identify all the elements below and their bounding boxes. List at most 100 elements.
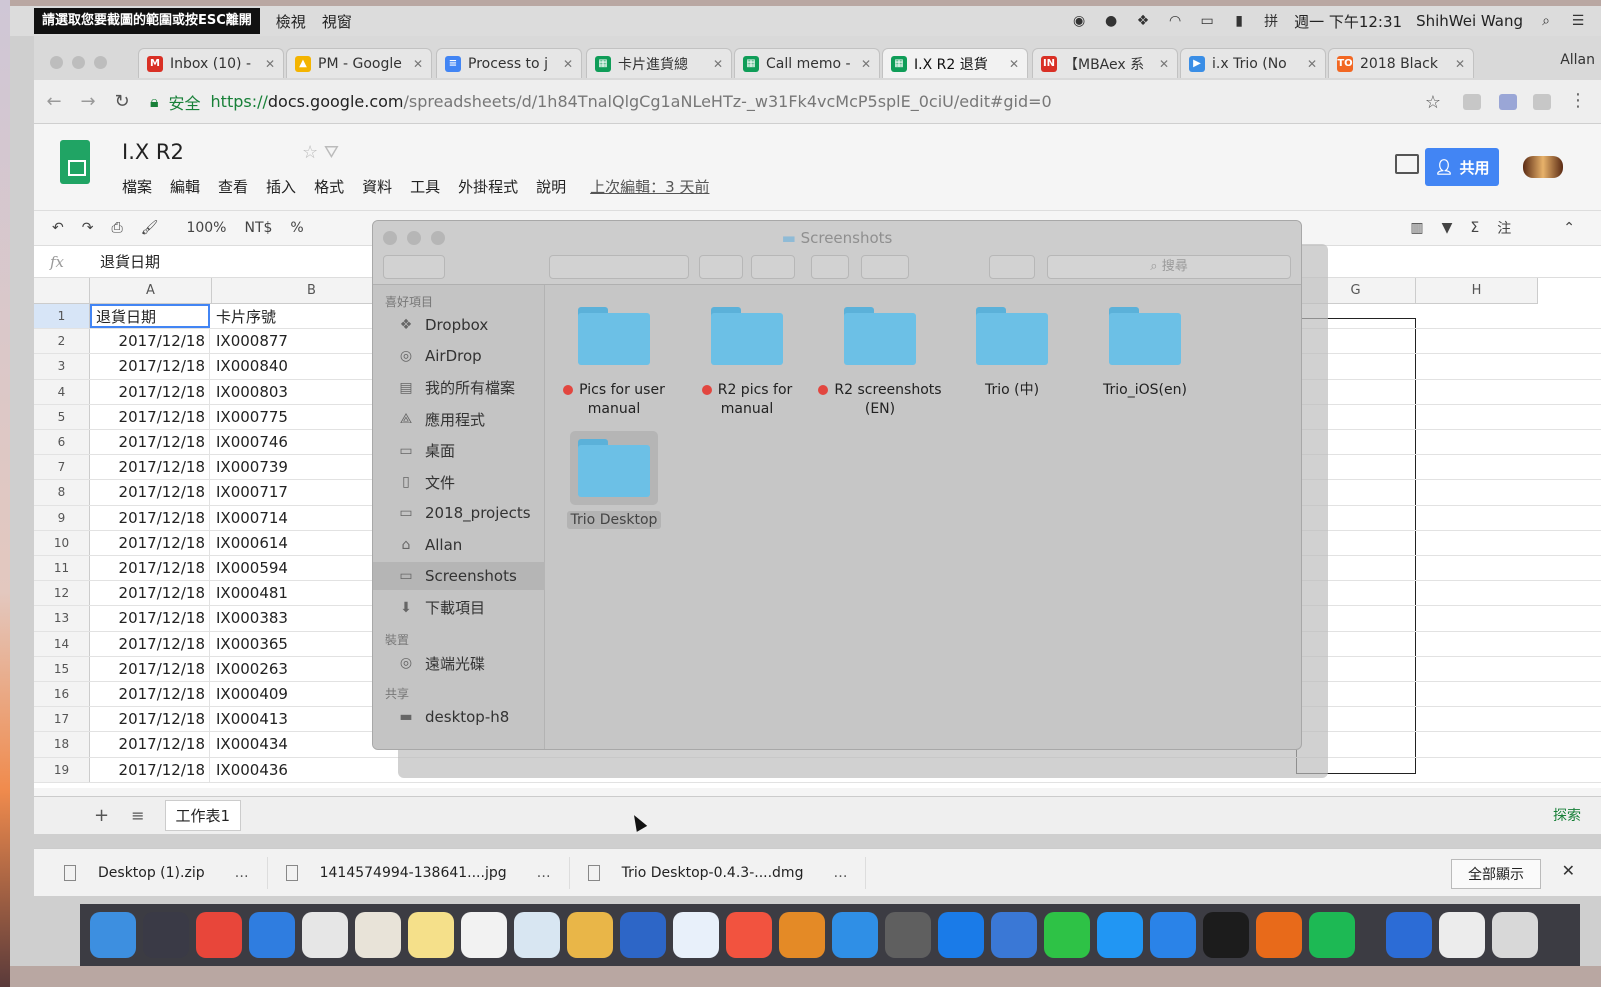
row-number[interactable]: 19 xyxy=(34,757,90,782)
browser-tab[interactable]: TO 2018 Black ✕ xyxy=(1328,48,1474,78)
row-number[interactable]: 6 xyxy=(34,430,90,455)
browser-tab[interactable]: ▦ Call memo - ✕ xyxy=(734,48,880,78)
browser-tab[interactable]: IN 【MBAex 系 ✕ xyxy=(1032,48,1178,78)
battery-icon[interactable]: ▮ xyxy=(1230,12,1248,30)
wunderlist-icon[interactable] xyxy=(1150,912,1196,958)
folder-item[interactable]: R2 screenshots (EN) xyxy=(815,307,945,419)
sidebar-item[interactable]: ▭ 桌面 xyxy=(373,437,545,465)
view-mode-buttons[interactable] xyxy=(549,255,689,279)
extension-icon[interactable] xyxy=(1463,94,1481,110)
undo-icon[interactable]: ↶ xyxy=(52,220,64,236)
finder-window[interactable]: ▬ Screenshots ⌕ 搜尋 喜好項目 ❖ Dropbox ◎ AirDrop ▤… xyxy=(372,220,1302,750)
tab-close-icon[interactable]: ✕ xyxy=(563,57,573,71)
window-close-button[interactable] xyxy=(50,56,63,69)
dropbox-button[interactable] xyxy=(989,255,1035,279)
corner-cell[interactable] xyxy=(34,278,90,304)
profile-name[interactable]: Allan xyxy=(1560,52,1595,68)
download-more-icon[interactable]: … xyxy=(833,865,847,881)
cell-return-date[interactable]: 2017/12/18 xyxy=(90,707,210,732)
tab-close-icon[interactable]: ✕ xyxy=(861,57,871,71)
sidebar-item[interactable]: ⬇ 下載項目 xyxy=(373,594,545,622)
tab-close-icon[interactable]: ✕ xyxy=(713,57,723,71)
folder-item[interactable]: Pics for user manual xyxy=(549,307,679,419)
row-number[interactable]: 13 xyxy=(34,606,90,631)
download-more-icon[interactable]: … xyxy=(235,865,249,881)
browser-tab[interactable]: ▶ i.x Trio (No ✕ xyxy=(1180,48,1326,78)
music-icon[interactable] xyxy=(726,912,772,958)
url-field[interactable]: 🔒︎ 安全 https:// docs.google.com /spreadsh… xyxy=(150,90,1052,114)
row-number[interactable]: 17 xyxy=(34,707,90,732)
plus-app-icon[interactable] xyxy=(1097,912,1143,958)
cell-return-date[interactable]: 2017/12/18 xyxy=(90,606,210,631)
cell-return-date[interactable]: 2017/12/18 xyxy=(90,656,210,681)
row-number[interactable]: 11 xyxy=(34,556,90,581)
trash-icon[interactable] xyxy=(1492,912,1538,958)
cell-return-date[interactable]: 2017/12/18 xyxy=(90,682,210,707)
cell-return-date[interactable]: 2017/12/18 xyxy=(90,329,210,354)
cell-return-date[interactable]: 2017/12/18 xyxy=(90,556,210,581)
menu-view[interactable]: 檢視 xyxy=(276,11,306,32)
cell-return-date[interactable]: 2017/12/18 xyxy=(90,631,210,656)
sheets-logo-icon[interactable] xyxy=(60,140,90,184)
row-number[interactable]: 9 xyxy=(34,505,90,530)
menu-window[interactable]: 視窗 xyxy=(322,11,352,32)
browser-tab[interactable]: M Inbox (10) - ✕ xyxy=(138,48,284,78)
last-edit-link[interactable]: 上次編輯：3 天前 xyxy=(590,176,709,197)
browser-tab[interactable]: ▦ 卡片進貨總 ✕ xyxy=(586,48,732,78)
reminders-icon[interactable] xyxy=(461,912,507,958)
row-number[interactable]: 10 xyxy=(34,530,90,555)
window-zoom-button[interactable] xyxy=(94,56,107,69)
tab-close-icon[interactable]: ✕ xyxy=(1159,57,1169,71)
share-button-finder[interactable] xyxy=(811,255,849,279)
airplay-icon[interactable]: ▭ xyxy=(1198,12,1216,30)
tab-close-icon[interactable]: ✕ xyxy=(413,57,423,71)
action-gear-button[interactable] xyxy=(751,255,795,279)
browser-tab[interactable]: ≡ Process to j ✕ xyxy=(436,48,582,78)
calendar-extension-icon[interactable] xyxy=(1499,94,1517,110)
forward-arrow-icon[interactable]: → xyxy=(74,91,102,112)
user-name[interactable]: ShihWei Wang xyxy=(1416,12,1523,30)
safari-icon[interactable] xyxy=(249,912,295,958)
download-item[interactable]: Trio Desktop-0.4.3-....dmg… xyxy=(570,856,867,889)
sheets-menu-item[interactable]: 插入 xyxy=(266,176,296,197)
folder-item[interactable]: Trio Desktop xyxy=(549,431,679,530)
download-item[interactable]: Desktop (1).zip… xyxy=(34,856,268,889)
cell-return-date[interactable]: 2017/12/18 xyxy=(90,430,210,455)
row-number[interactable]: 4 xyxy=(34,379,90,404)
preview-icon[interactable] xyxy=(514,912,560,958)
add-sheet-icon[interactable]: + xyxy=(94,805,109,826)
functions-icon[interactable]: Σ xyxy=(1470,220,1479,236)
back-arrow-icon[interactable]: ← xyxy=(40,91,68,112)
sidebar-item[interactable]: ⟁ 應用程式 xyxy=(373,405,545,433)
record-icon[interactable]: ◉ xyxy=(1070,12,1088,30)
reload-icon[interactable]: ↻ xyxy=(108,91,136,112)
sheets-menu-item[interactable]: 資料 xyxy=(362,176,392,197)
cell-return-date[interactable]: 2017/12/18 xyxy=(90,732,210,757)
row-number[interactable]: 15 xyxy=(34,656,90,681)
sheets-menu-item[interactable]: 查看 xyxy=(218,176,248,197)
row-number[interactable]: 5 xyxy=(34,404,90,429)
row-number[interactable]: 16 xyxy=(34,682,90,707)
row-number[interactable]: 8 xyxy=(34,480,90,505)
launchpad-icon[interactable] xyxy=(143,912,189,958)
row-number[interactable]: 1 xyxy=(34,304,90,329)
chart-icon[interactable]: ▥ xyxy=(1410,220,1423,236)
formula-value[interactable]: 退貨日期 xyxy=(100,251,160,272)
finder-icon[interactable] xyxy=(90,912,136,958)
pages-icon[interactable] xyxy=(673,912,719,958)
cell-return-date[interactable]: 2017/12/18 xyxy=(90,530,210,555)
line-app-icon[interactable] xyxy=(1044,912,1090,958)
show-all-downloads-button[interactable]: 全部顯示 xyxy=(1451,859,1541,889)
cell-return-date[interactable]: 2017/12/18 xyxy=(90,404,210,429)
line-icon[interactable]: ● xyxy=(1102,12,1120,30)
explore-button[interactable]: 探索 xyxy=(1553,805,1581,825)
sheets-menu-item[interactable]: 外掛程式 xyxy=(458,176,518,197)
chrome-icon[interactable] xyxy=(196,912,242,958)
browser-tab[interactable]: ▦ I.X R2 退貨 ✕ xyxy=(882,48,1028,78)
cell-return-date[interactable]: 2017/12/18 xyxy=(90,480,210,505)
row-number[interactable]: 7 xyxy=(34,455,90,480)
print-icon[interactable]: ⎙ xyxy=(111,220,122,236)
sidebar-item[interactable]: ▤ 我的所有檔案 xyxy=(373,374,545,402)
sheet-tab[interactable]: 工作表1 xyxy=(164,800,242,831)
cell-return-date[interactable]: 退貨日期 xyxy=(90,304,210,329)
